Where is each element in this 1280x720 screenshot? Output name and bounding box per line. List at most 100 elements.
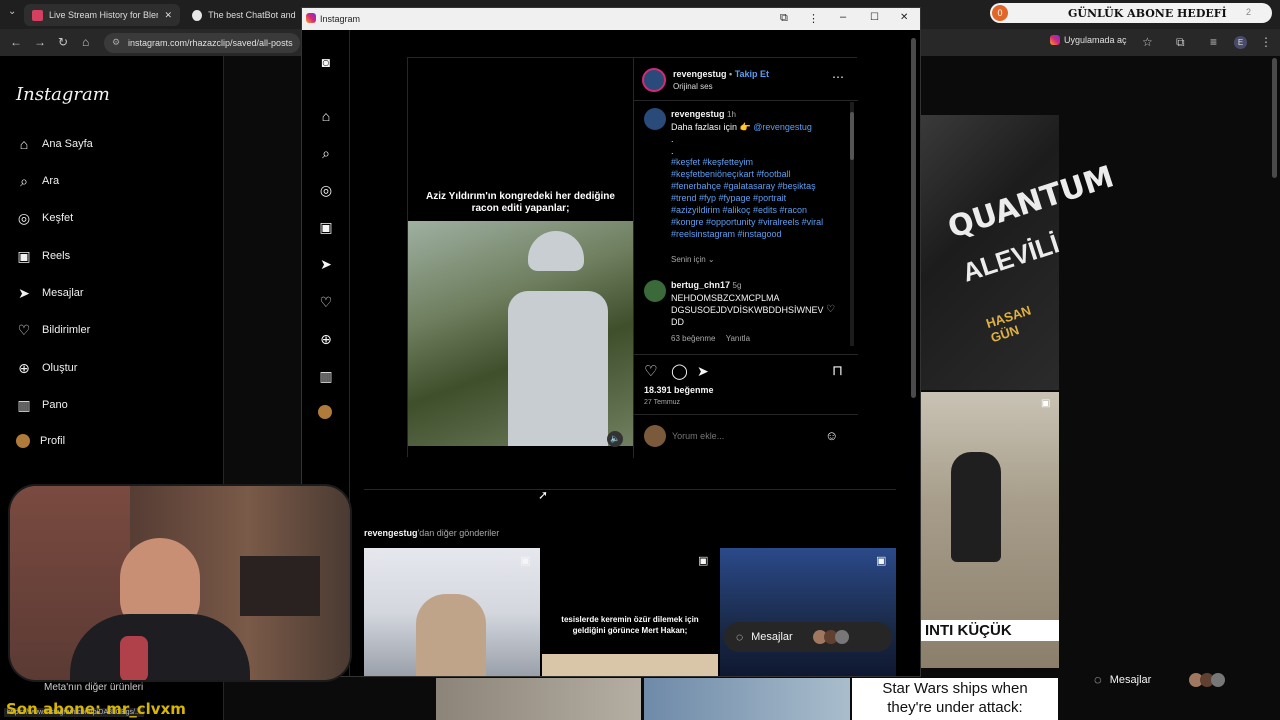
minimize-icon[interactable]: – — [840, 11, 846, 23]
bookmark-star-icon[interactable]: ☆ — [1142, 35, 1153, 49]
maximize-icon[interactable]: ☐ — [870, 12, 879, 23]
forward-icon[interactable]: → — [34, 35, 46, 49]
reload-icon[interactable]: ↻ — [58, 35, 68, 49]
kid-figure — [951, 452, 1001, 562]
messages-pill-button[interactable]: ◌ Mesajlar — [724, 622, 892, 652]
page-scrollbar[interactable] — [1272, 58, 1277, 178]
author-avatar[interactable] — [642, 68, 666, 92]
goal-value: 2 — [1246, 7, 1252, 17]
chevron-down-icon: ⌄ — [707, 255, 715, 264]
bg-tile-starwars[interactable]: Star Wars ships when they're under attac… — [852, 678, 1058, 720]
popup-scrollbar[interactable] — [911, 38, 916, 398]
video-frame[interactable] — [408, 221, 633, 446]
webcam-overlay — [8, 484, 352, 682]
send-icon[interactable]: ➤ — [318, 256, 334, 272]
reel-icon: ▣ — [1041, 398, 1051, 409]
reels-icon[interactable]: ▣ — [318, 219, 334, 235]
compass-icon[interactable]: ◎ — [318, 182, 334, 198]
more-post-tile[interactable]: ▣ tesislerde keremin özür dilemek için g… — [542, 548, 718, 676]
reel-video[interactable]: Aziz Yıldırım'ın kongredeki her dediğine… — [408, 58, 633, 458]
share-icon[interactable]: ➤ — [697, 363, 709, 380]
divider — [634, 414, 858, 415]
post-sidebar: revengestug • Takip Et Orijinal ses ⋯ re… — [633, 58, 858, 458]
popup-titlebar: Instagram ⧉ ⋮ – ☐ ✕ — [302, 8, 920, 30]
extensions-icon[interactable]: ⧉ — [780, 12, 788, 25]
instagram-glyph-icon[interactable]: ◙ — [318, 54, 334, 70]
plus-icon[interactable]: ⊕ — [318, 331, 334, 347]
bg-messages-button[interactable]: ◌ Mesajlar — [1094, 672, 1226, 687]
sidebar-item-notifications[interactable]: ♡ Bildirimler — [16, 322, 91, 338]
comment-like-icon[interactable]: ♡ — [826, 304, 835, 315]
sidebar-item-profile[interactable]: Profil — [16, 434, 65, 448]
tile-image-strip — [542, 654, 718, 676]
kid-video-thumbnail[interactable]: ▣ INTI KÜÇÜK — [921, 392, 1059, 668]
open-in-app-button[interactable]: Uygulamada aç — [1050, 35, 1127, 45]
reading-list-icon[interactable]: ≡ — [1210, 35, 1217, 49]
instagram-popup-window: Instagram ⧉ ⋮ – ☐ ✕ ◙ ⌂ ⌕ ◎ ▣ ➤ ♡ ⊕ ▥ Az… — [301, 7, 921, 677]
tab-blerp[interactable]: Live Stream History for Blerp S ✕ — [24, 4, 180, 26]
post-card: Aziz Yıldırım'ın kongredeki her dediğine… — [407, 57, 858, 458]
bg-tile-1[interactable] — [436, 678, 641, 720]
home-icon[interactable]: ⌂ — [318, 108, 334, 124]
more-options-icon[interactable]: ⋯ — [832, 70, 844, 84]
instagram-logo[interactable]: Instagram — [16, 84, 110, 105]
reel-icon: ▣ — [520, 555, 531, 567]
sidebar-item-dashboard[interactable]: ▥ Pano — [16, 397, 67, 413]
close-icon[interactable]: ✕ — [164, 10, 172, 21]
person-shape — [416, 594, 486, 676]
site-info-icon[interactable]: ⚙ — [112, 37, 120, 48]
home-icon[interactable]: ⌂ — [82, 35, 89, 49]
comment-text: NEHDOMSBZCXMCPLMA DGSUSOEJDVDİSKWBDDHSİW… — [671, 293, 824, 327]
author-username[interactable]: revengestug — [673, 69, 727, 79]
hashtags: #keşfet #keşfetteyim #keşfetbeniöneçıkar… — [671, 157, 824, 239]
sidebar-item-search[interactable]: ⌕ Ara — [16, 173, 59, 189]
goal-label: GÜNLÜK ABONE HEDEFİ — [1068, 7, 1227, 20]
extensions-icon[interactable]: ⧉ — [1176, 35, 1185, 50]
audio-label[interactable]: Orijinal ses — [673, 82, 713, 91]
meta-more-link[interactable]: Meta'nın diğer ürünleri — [44, 682, 143, 693]
url-field[interactable]: ⚙ instagram.com/rhazazclip/saved/all-pos… — [104, 33, 300, 53]
see-translation-link[interactable]: Senin için ⌄ — [671, 255, 715, 264]
more-post-tile[interactable]: ▣ — [364, 548, 540, 676]
close-icon[interactable]: ✕ — [900, 12, 908, 23]
bg-tile-2[interactable] — [644, 678, 850, 720]
sidebar-item-reels[interactable]: ▣ Reels — [16, 248, 70, 264]
sidebar-item-home[interactable]: ⌂ Ana Sayfa — [16, 136, 93, 152]
browser-menu-icon[interactable]: ⋮ — [1260, 35, 1272, 49]
more-post-tile[interactable]: ▣ — [720, 548, 896, 676]
profile-avatar[interactable]: E — [1234, 36, 1247, 49]
like-icon[interactable]: ♡ — [644, 362, 657, 380]
emoji-icon[interactable]: ☺ — [825, 428, 838, 443]
sidebar-item-explore[interactable]: ◎ Keşfet — [16, 210, 73, 226]
popup-title: Instagram — [320, 14, 361, 24]
compass-icon: ◎ — [17, 210, 31, 226]
menu-icon[interactable]: ⋮ — [808, 12, 819, 25]
save-bookmark-icon[interactable]: ⊓ — [832, 362, 843, 379]
book-thumbnail[interactable]: QUANTUM ALEVİLİ HASAN GÜN — [921, 115, 1118, 390]
tab-menu-icon[interactable]: ⌄ — [8, 6, 16, 17]
back-icon[interactable]: ← — [10, 35, 22, 49]
section-divider — [364, 489, 896, 490]
avatar-icon[interactable] — [318, 405, 332, 419]
comments-scrollbar[interactable] — [850, 102, 854, 346]
sidebar-item-messages[interactable]: ➤ Mesajlar — [16, 285, 83, 301]
subscriber-goal-widget: 0 GÜNLÜK ABONE HEDEFİ 2 — [990, 3, 1272, 23]
comment-icon[interactable]: ◯ — [671, 362, 688, 380]
caption-avatar[interactable] — [644, 108, 666, 130]
dashboard-icon[interactable]: ▥ — [318, 368, 334, 384]
dashboard-icon: ▥ — [17, 397, 31, 413]
plus-icon: ⊕ — [18, 360, 30, 376]
tab-chatbot[interactable]: The best ChatBot and Wid — [184, 4, 304, 26]
heart-icon[interactable]: ♡ — [318, 294, 334, 310]
book-author: HASAN GÜN — [984, 302, 1033, 346]
search-icon[interactable]: ⌕ — [318, 145, 334, 161]
divider — [634, 354, 858, 355]
sidebar-item-create[interactable]: ⊕ Oluştur — [16, 360, 77, 376]
comment-input[interactable] — [672, 428, 812, 444]
reel-icon: ▣ — [876, 555, 887, 567]
follow-button[interactable]: Takip Et — [735, 69, 769, 79]
like-count[interactable]: 18.391 beğenme — [644, 385, 714, 395]
volume-icon[interactable]: 🔈 — [607, 431, 623, 447]
commenter-avatar[interactable] — [644, 280, 666, 302]
mouse-cursor-icon: ➚ — [538, 488, 549, 502]
